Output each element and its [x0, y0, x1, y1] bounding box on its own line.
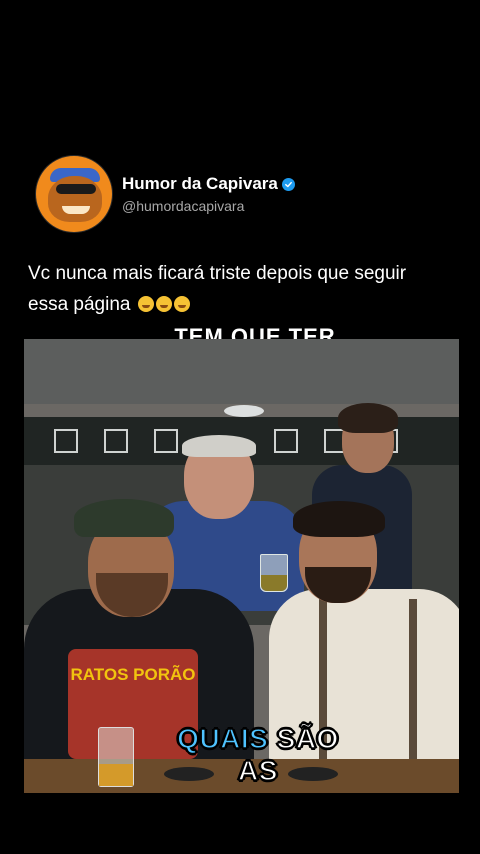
rolling-on-floor-laughing-emoji-icon: [137, 296, 154, 312]
avatar-sunglasses: [56, 184, 96, 194]
subtitle-highlight: QUAIS: [176, 722, 269, 755]
avatar[interactable]: [36, 156, 112, 232]
bar-ceiling: [24, 339, 459, 404]
verified-badge-icon: [281, 177, 295, 191]
video-overlay-top-text: TEM QUE TER: [174, 324, 336, 339]
caption-line-1: Vc nunca mais ficará triste depois que s…: [28, 263, 407, 284]
avatar-mouth: [62, 206, 90, 214]
shot-glass: [260, 554, 288, 592]
account-handle[interactable]: @humordacapivara: [122, 198, 295, 214]
video-subtitle: QUAIS SÃO AS: [174, 722, 342, 787]
shirt-text: RATOS PORÃO: [70, 665, 196, 684]
ceiling-lamp: [224, 405, 264, 417]
rolling-on-floor-laughing-emoji-icon: [155, 296, 172, 312]
post-header: Humor da Capivara @humordacapivara: [36, 156, 295, 232]
beer-glass: [98, 727, 134, 787]
display-name[interactable]: Humor da Capivara: [122, 174, 278, 194]
avatar-face: [48, 176, 102, 222]
account-names: Humor da Capivara @humordacapivara: [122, 174, 295, 214]
video-player[interactable]: RATOS PORÃO QUAIS SÃO AS: [24, 339, 459, 793]
rolling-on-floor-laughing-emoji-icon: [173, 296, 190, 312]
display-name-row: Humor da Capivara: [122, 174, 295, 194]
caption-line-2: essa página: [28, 294, 131, 315]
post-caption: Vc nunca mais ficará triste depois que s…: [28, 258, 458, 320]
